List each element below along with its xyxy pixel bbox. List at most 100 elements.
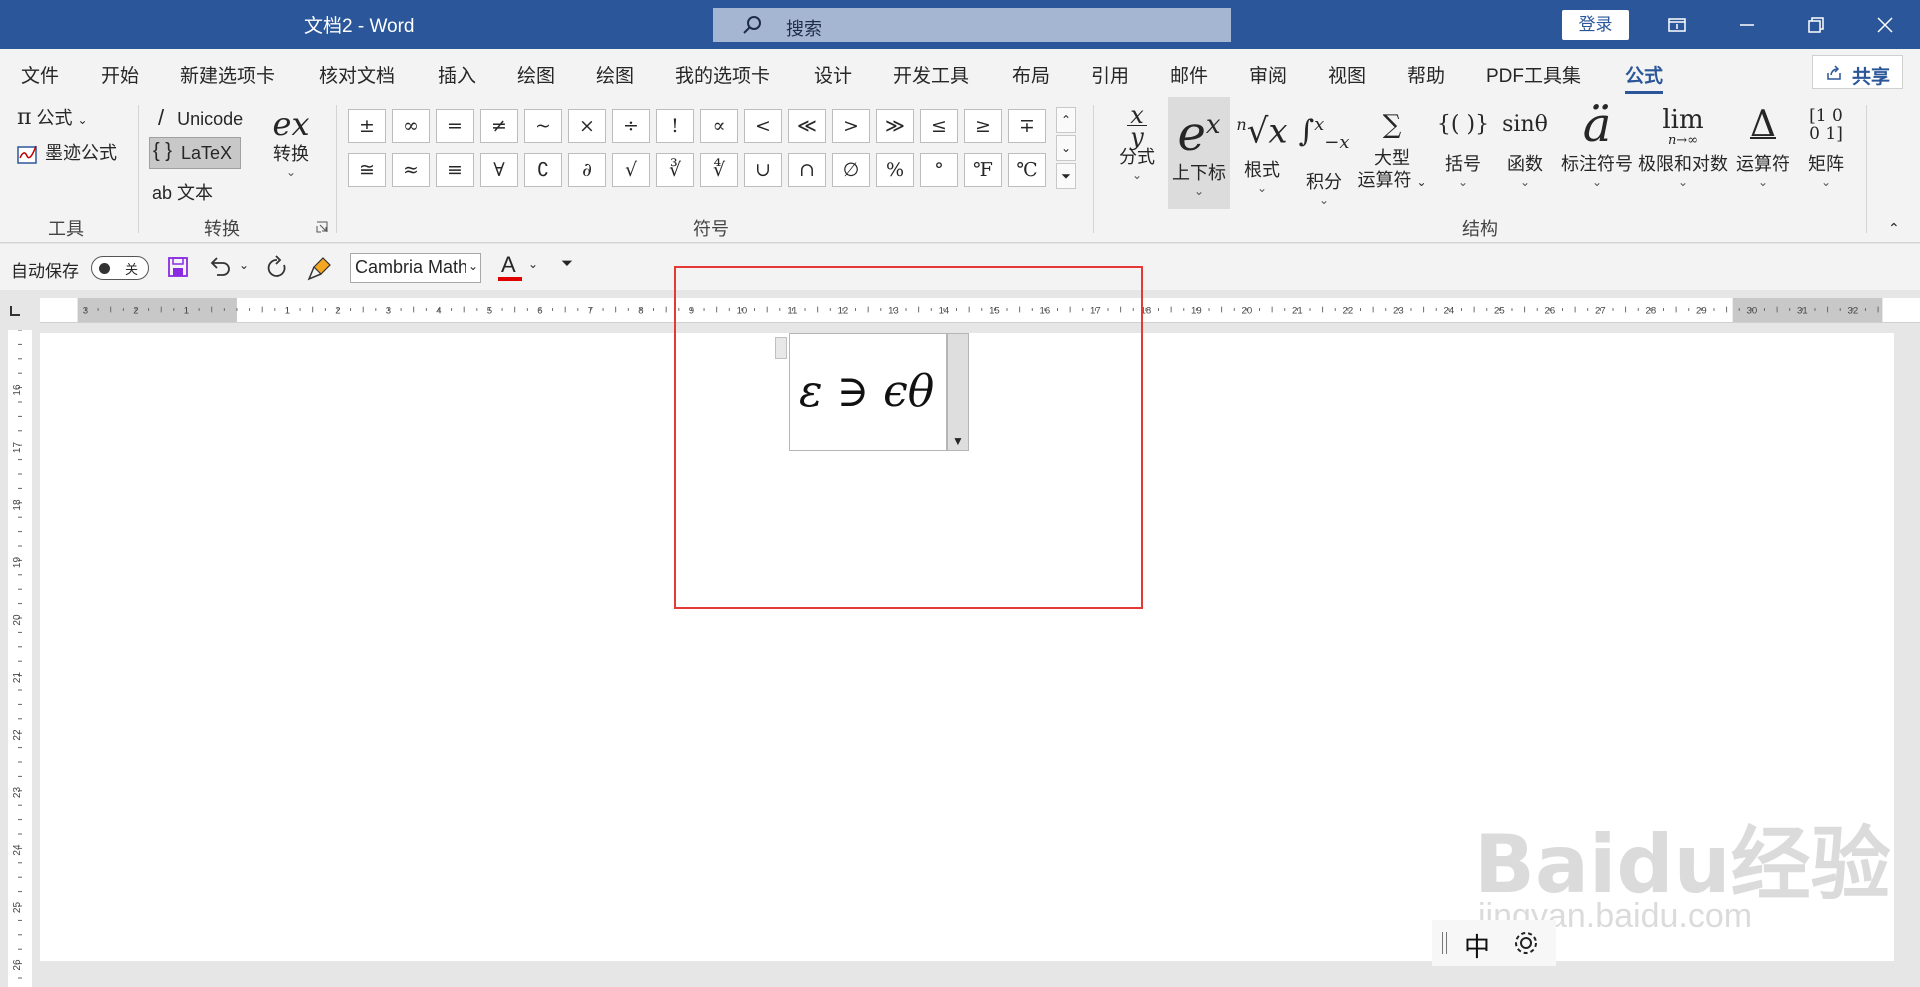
- gallery-more[interactable]: ⏷: [1056, 163, 1076, 189]
- tab-draw-2[interactable]: 绘图: [596, 61, 634, 88]
- symbol-button[interactable]: ÷: [612, 109, 650, 143]
- symbol-button[interactable]: !: [656, 109, 694, 143]
- tab-pdf-tools[interactable]: PDF工具集: [1486, 61, 1581, 88]
- convert-button[interactable]: ex 转换 ⌄: [264, 105, 318, 179]
- symbol-button[interactable]: ≡: [436, 153, 474, 187]
- tab-developer[interactable]: 开发工具: [893, 61, 969, 88]
- tab-references[interactable]: 引用: [1091, 61, 1129, 88]
- minimize-icon[interactable]: [1732, 10, 1762, 40]
- text-button[interactable]: ab 文本: [152, 179, 213, 205]
- tab-layout[interactable]: 布局: [1012, 61, 1050, 88]
- redo-icon[interactable]: [264, 255, 290, 281]
- symbol-button[interactable]: ∓: [1008, 109, 1046, 143]
- chevron-down-icon: ⌄: [1457, 175, 1469, 189]
- symbol-button[interactable]: <: [744, 109, 782, 143]
- symbol-button[interactable]: ∁: [524, 153, 562, 187]
- tab-review[interactable]: 审阅: [1249, 61, 1287, 88]
- symbol-button[interactable]: ∩: [788, 153, 826, 187]
- symbol-button[interactable]: =: [436, 109, 474, 143]
- restore-icon[interactable]: [1800, 10, 1830, 40]
- symbol-button[interactable]: ≠: [480, 109, 518, 143]
- symbol-button[interactable]: ∪: [744, 153, 782, 187]
- ime-drag-handle[interactable]: [1442, 932, 1447, 954]
- symbol-button[interactable]: ≫: [876, 109, 914, 143]
- autosave-toggle[interactable]: 关: [91, 256, 149, 280]
- tab-insert[interactable]: 插入: [438, 61, 476, 88]
- symbol-button[interactable]: ℃: [1008, 153, 1046, 187]
- tab-equation[interactable]: 公式: [1625, 61, 1664, 94]
- tab-mailings[interactable]: 邮件: [1170, 61, 1208, 88]
- latex-button[interactable]: { } LaTeX: [149, 137, 241, 169]
- tab-home[interactable]: 开始: [101, 61, 139, 88]
- formula-button[interactable]: π 公式 ⌄: [17, 104, 88, 130]
- share-button[interactable]: 共享: [1812, 55, 1903, 89]
- symbol-button[interactable]: ∀: [480, 153, 518, 187]
- symbol-button[interactable]: ×: [568, 109, 606, 143]
- tab-design[interactable]: 设计: [814, 61, 852, 88]
- bracket-button[interactable]: {( )} 括号 ⌄: [1436, 97, 1490, 189]
- tab-view[interactable]: 视图: [1328, 61, 1366, 88]
- symbol-button[interactable]: ∜: [700, 153, 738, 187]
- operator-button[interactable]: Δ 运算符 ⌄: [1734, 97, 1792, 189]
- symbol-button[interactable]: ≪: [788, 109, 826, 143]
- tab-draw-1[interactable]: 绘图: [517, 61, 555, 88]
- gallery-scroll-up[interactable]: ⌃: [1056, 107, 1076, 133]
- symbol-button[interactable]: ∅: [832, 153, 870, 187]
- integral-button[interactable]: ∫x−x 积分 ⌄: [1296, 97, 1352, 207]
- symbol-button[interactable]: ≤: [920, 109, 958, 143]
- symbol-button[interactable]: ∝: [700, 109, 738, 143]
- symbol-button[interactable]: ≥: [964, 109, 1002, 143]
- tab-my-tab[interactable]: 我的选项卡: [675, 61, 770, 88]
- tab-file[interactable]: 文件: [21, 61, 59, 88]
- login-button[interactable]: 登录: [1562, 10, 1629, 40]
- symbol-button[interactable]: ∛: [656, 153, 694, 187]
- unicode-button[interactable]: / Unicode: [158, 105, 243, 131]
- ime-mode-button[interactable]: 中: [1464, 927, 1490, 964]
- tab-new-tab[interactable]: 新建选项卡: [180, 61, 275, 88]
- search-box[interactable]: 搜索: [713, 8, 1231, 42]
- tab-check-document[interactable]: 核对文档: [319, 61, 395, 88]
- gear-icon[interactable]: [1512, 929, 1540, 957]
- script-button[interactable]: ex 上下标 ⌄: [1168, 97, 1230, 209]
- symbol-button[interactable]: ∞: [392, 109, 430, 143]
- symbol-button[interactable]: %: [876, 153, 914, 187]
- close-icon[interactable]: [1870, 10, 1900, 40]
- undo-dropdown-icon[interactable]: ⌄: [239, 258, 249, 272]
- symbol-button[interactable]: √: [612, 153, 650, 187]
- function-button[interactable]: sinθ 函数 ⌄: [1497, 97, 1553, 189]
- svg-text:1: 1: [184, 305, 189, 316]
- font-color-dropdown-icon[interactable]: ⌄: [528, 257, 538, 271]
- svg-text:5: 5: [487, 305, 492, 316]
- radical-button[interactable]: n√x 根式 ⌄: [1234, 97, 1290, 195]
- large-operator-button[interactable]: ∑ 大型 运算符 ⌄: [1354, 97, 1430, 193]
- symbol-button[interactable]: ±: [348, 109, 386, 143]
- save-icon[interactable]: [166, 255, 190, 279]
- symbol-button[interactable]: ℉: [964, 153, 1002, 187]
- font-name-select[interactable]: Cambria Math ⌄: [350, 253, 481, 283]
- ribbon-display-options-icon[interactable]: [1662, 10, 1692, 40]
- symbol-button[interactable]: >: [832, 109, 870, 143]
- chevron-down-icon: ⌄: [1677, 175, 1689, 189]
- vertical-ruler[interactable]: 161718192021222324252627: [8, 330, 32, 987]
- matrix-button[interactable]: [1 00 1] 矩阵 ⌄: [1798, 97, 1854, 189]
- dialog-launcher-icon[interactable]: [316, 221, 328, 233]
- customize-qat-icon[interactable]: ⏷: [561, 255, 573, 272]
- symbol-button[interactable]: ∂: [568, 153, 606, 187]
- accent-button[interactable]: ä 标注符号 ⌄: [1557, 97, 1637, 189]
- symbol-button[interactable]: ≈: [392, 153, 430, 187]
- font-color-button[interactable]: A: [497, 252, 523, 282]
- undo-icon[interactable]: [207, 255, 233, 279]
- fraction-button[interactable]: xy 分式 ⌄: [1107, 97, 1167, 182]
- format-painter-icon[interactable]: [307, 255, 333, 281]
- symbol-button[interactable]: ~: [524, 109, 562, 143]
- symbol-button[interactable]: ≅: [348, 153, 386, 187]
- symbol-button[interactable]: °: [920, 153, 958, 187]
- limit-log-button[interactable]: lim n→∞ 极限和对数 ⌄: [1636, 97, 1730, 189]
- search-label: 搜索: [786, 19, 822, 39]
- tab-help[interactable]: 帮助: [1407, 61, 1445, 88]
- collapse-ribbon-icon[interactable]: ⌃: [1888, 220, 1900, 237]
- gallery-scroll-down[interactable]: ⌄: [1056, 135, 1076, 161]
- ink-formula-button[interactable]: 墨迹公式: [16, 139, 117, 165]
- tab-stop-selector[interactable]: [8, 304, 22, 318]
- svg-text:30: 30: [1747, 305, 1758, 316]
